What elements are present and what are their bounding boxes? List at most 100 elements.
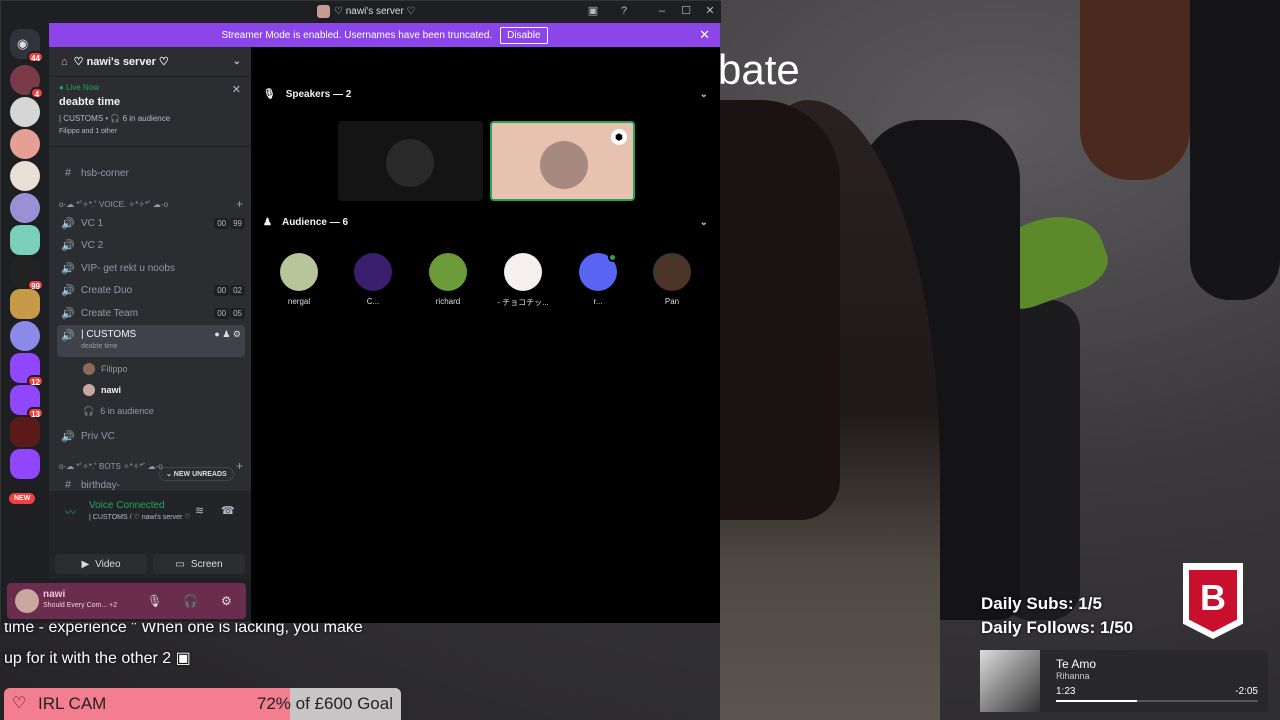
close-button[interactable]: ✕ (702, 5, 718, 18)
gear-icon[interactable]: ⚙ (221, 594, 232, 608)
online-status-icon (608, 253, 617, 262)
audience-member[interactable]: Pan (642, 253, 702, 306)
voice-location[interactable]: | CUSTOMS / ♡ nawi's server ♡ (89, 513, 191, 521)
screen-share-button[interactable]: ▭ Screen (153, 554, 245, 574)
audience-member[interactable]: C... (343, 253, 403, 306)
audience-member[interactable]: - チョコチッ... (493, 253, 553, 308)
help-icon[interactable]: ? (616, 5, 632, 18)
speaker-tile-1[interactable] (338, 121, 483, 201)
heart-icon: ♡ (12, 695, 27, 712)
server-icon-3[interactable] (10, 129, 40, 159)
song-artist: Rihanna (1056, 671, 1090, 681)
server-icon-6[interactable] (10, 225, 40, 255)
disable-streamer-mode-button[interactable]: Disable (500, 26, 548, 44)
audience-member[interactable]: r... (568, 253, 628, 306)
server-icon-4[interactable] (10, 161, 40, 191)
headphones-icon[interactable]: 🎧 (183, 594, 198, 608)
member-nawi[interactable]: nawi (83, 381, 121, 399)
video-icon: ▶ (81, 558, 90, 570)
live-meta: | CUSTOMS • 🎧 6 in audience (59, 114, 171, 123)
audience-count[interactable]: 🎧 6 in audience (83, 402, 154, 420)
minimize-button[interactable]: – (654, 5, 670, 18)
album-art (980, 650, 1040, 712)
user-status[interactable]: Should Every Com... +2 (43, 602, 117, 609)
streamer-hair (720, 100, 840, 520)
window-title: ♡ nawi's server ♡ (317, 5, 416, 18)
stage-icon: 🔊 (61, 330, 75, 342)
channel-create-team[interactable]: 🔊 Create Team 00 05 (57, 303, 245, 323)
channel-hsb-corner[interactable]: # hsb-corner (57, 163, 245, 183)
avatar (386, 139, 434, 187)
moderator-icon: ⬢ (611, 129, 627, 145)
twitch-server-icon-1[interactable]: 12 (10, 353, 44, 387)
audience-icon: ♟ (263, 216, 272, 228)
server-icon-10[interactable] (10, 417, 40, 447)
channel-actions-icon[interactable]: ● ♟ ⚙ (214, 329, 241, 340)
channel-create-duo[interactable]: 🔊 Create Duo 00 02 (57, 280, 245, 300)
avatar (579, 253, 617, 291)
live-now-label: ● Live Now (59, 83, 99, 92)
speaker-tile-2[interactable]: ⬢ (490, 121, 635, 201)
avatar (429, 253, 467, 291)
avatar (83, 363, 95, 375)
server-icon (317, 5, 330, 18)
server-header[interactable]: ⌂ ♡ nawi's server ♡ ⌄ (49, 47, 251, 77)
chevron-down-icon[interactable]: ⌄ (700, 217, 708, 228)
server-icon-8[interactable] (10, 289, 40, 319)
daily-follows: Daily Follows: 1/50 (981, 618, 1134, 637)
caption-line-2: up for it with the other 2 ▣ (4, 650, 191, 667)
server-icon-2[interactable] (10, 97, 40, 127)
category-voice[interactable]: o-☁ *˚✧*.˚ VOICE. ✧*✧*˚ ☁-o + (59, 197, 243, 211)
channel-priv-vc[interactable]: 🔊 Priv VC (57, 426, 245, 446)
server-icon-7[interactable]: 99 (10, 257, 44, 291)
team-logo: B (1183, 563, 1243, 639)
song-title: Te Amo (1056, 657, 1097, 671)
member-filippo[interactable]: Filippo (83, 360, 128, 378)
lock-icon: 🔊 (61, 430, 75, 443)
server-icon-11[interactable] (10, 449, 40, 479)
noise-suppression-icon[interactable]: ≋ (195, 504, 204, 517)
twitch-server-icon-2[interactable]: 13 (10, 385, 44, 419)
chevron-down-icon: ⌄ (232, 56, 241, 67)
chevron-down-icon[interactable]: ⌄ (700, 89, 708, 100)
channel-vc-2[interactable]: 🔊 VC 2 (57, 235, 245, 255)
maximize-button[interactable]: ☐ (678, 5, 694, 18)
username[interactable]: nawi (43, 589, 65, 600)
streamer-mode-banner: Streamer Mode is enabled. Usernames have… (49, 23, 720, 47)
speaker-icon: 🔊 (61, 217, 75, 230)
add-channel-icon[interactable]: + (236, 197, 243, 211)
discord-window: ♡ nawi's server ♡ ▣ ? – ☐ ✕ Streamer Mod… (0, 0, 721, 623)
daily-subs: Daily Subs: 1/5 (981, 594, 1102, 613)
home-button[interactable]: ◉ 44 (10, 29, 44, 63)
new-badge[interactable]: NEW (9, 493, 36, 504)
banner-close-icon[interactable]: ✕ (699, 27, 710, 43)
voice-status[interactable]: Voice Connected (89, 500, 165, 511)
goal-title: IRL CAM (38, 694, 107, 713)
server-icon-1[interactable]: 4 (10, 65, 44, 99)
server-icon-5[interactable] (10, 193, 40, 223)
add-channel-icon[interactable]: + (236, 459, 243, 473)
song-current-time: 1:23 (1056, 686, 1076, 697)
audience-member[interactable]: richard (418, 253, 478, 306)
avatar[interactable] (15, 589, 39, 613)
signal-icon[interactable]: 〰 (65, 504, 76, 520)
microphone-icon[interactable]: 🎙 (147, 594, 162, 608)
disconnect-icon[interactable]: ☎ (221, 504, 235, 517)
avatar (280, 253, 318, 291)
close-icon[interactable]: ✕ (232, 83, 241, 96)
song-remaining-time: -2:05 (1235, 686, 1258, 697)
guitar-decor (1080, 0, 1190, 180)
new-unreads-button[interactable]: ⌄ NEW UNREADS (159, 467, 234, 481)
channel-customs[interactable]: 🔊 | CUSTOMS deabte time ● ♟ ⚙ (57, 325, 245, 357)
inbox-icon[interactable]: ▣ (585, 5, 601, 18)
audience-member[interactable]: nergal (269, 253, 329, 306)
server-icon-9[interactable] (10, 321, 40, 351)
song-progress-fill (1056, 700, 1137, 702)
channel-vip[interactable]: 🔊 VIP- get rekt u noobs (57, 258, 245, 278)
speakers-header[interactable]: 🎙 Speakers — 2 ⌄ (263, 85, 708, 103)
channel-vc-1[interactable]: 🔊 VC 1 00 99 (57, 213, 245, 233)
stream-frame: bate time - experience " When one is lac… (0, 0, 1280, 720)
video-button[interactable]: ▶ Video (55, 554, 147, 574)
audience-header[interactable]: ♟ Audience — 6 ⌄ (263, 213, 708, 231)
live-stage-card[interactable]: ● Live Now deabte time | CUSTOMS • 🎧 6 i… (49, 77, 251, 147)
